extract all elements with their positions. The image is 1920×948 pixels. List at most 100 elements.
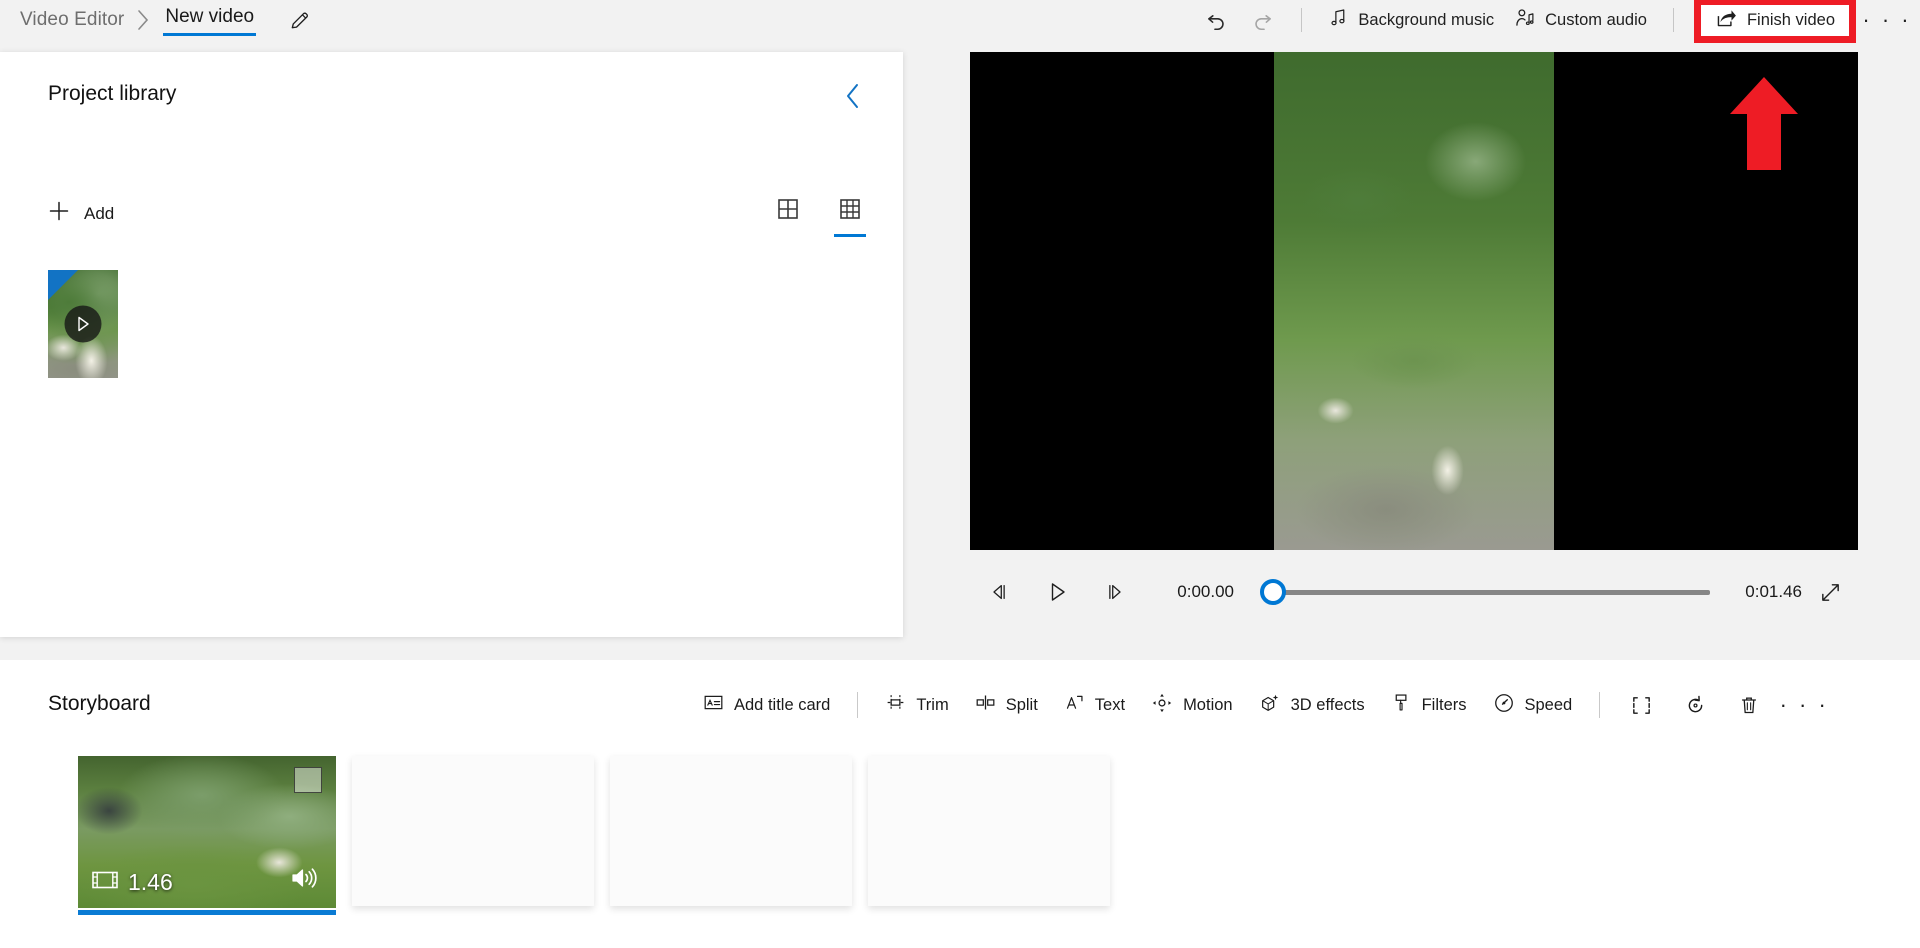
- custom-audio-label: Custom audio: [1545, 11, 1647, 30]
- split-icon: [975, 692, 996, 718]
- finish-video-highlight-box: Finish video: [1694, 0, 1856, 43]
- current-time-label: 0:00.00: [1160, 582, 1234, 602]
- volume-icon[interactable]: [290, 865, 320, 896]
- total-time-label: 0:01.46: [1728, 582, 1802, 602]
- title-card-icon: [703, 692, 724, 718]
- timeline-scrubber[interactable]: [1252, 572, 1710, 612]
- grid-small-icon: [839, 198, 861, 225]
- three-d-effects-label: 3D effects: [1291, 696, 1365, 715]
- video-preview-area: [970, 52, 1858, 550]
- delete-icon[interactable]: [1722, 686, 1776, 724]
- breadcrumb-video-editor[interactable]: Video Editor: [14, 7, 130, 33]
- top-bar-overflow-menu[interactable]: · · ·: [1862, 2, 1912, 38]
- background-music-button[interactable]: Background music: [1318, 2, 1504, 38]
- three-d-effects-button[interactable]: 3D effects: [1246, 686, 1378, 724]
- storyboard-title: Storyboard: [48, 692, 151, 716]
- motion-icon: [1151, 692, 1173, 719]
- custom-audio-button[interactable]: Custom audio: [1504, 2, 1657, 38]
- text-button[interactable]: Text: [1051, 686, 1138, 724]
- play-icon[interactable]: [65, 306, 102, 343]
- storyboard-placeholder[interactable]: [352, 756, 594, 906]
- finish-video-label: Finish video: [1747, 11, 1835, 30]
- library-view-toggles: [771, 198, 867, 237]
- breadcrumb-active-underline: [163, 33, 256, 36]
- filters-button[interactable]: Filters: [1378, 686, 1480, 724]
- storyboard-toolbar-divider: [857, 692, 858, 718]
- film-strip-icon: [92, 870, 118, 895]
- filters-label: Filters: [1422, 696, 1467, 715]
- library-item-selected-corner: [48, 270, 78, 300]
- collapse-library-chevron-left-icon[interactable]: [835, 78, 871, 114]
- scrubber-track[interactable]: [1274, 590, 1710, 595]
- undo-icon[interactable]: [1193, 2, 1239, 38]
- next-frame-icon[interactable]: [1086, 572, 1144, 612]
- aspect-ratio-icon[interactable]: [1614, 686, 1668, 724]
- trim-icon: [885, 692, 906, 718]
- three-d-effects-icon: [1259, 692, 1281, 719]
- storyboard-clip[interactable]: 1.46: [78, 756, 336, 908]
- expand-icon[interactable]: [1802, 572, 1858, 612]
- trim-label: Trim: [916, 696, 948, 715]
- breadcrumb-current-project[interactable]: New video: [161, 4, 258, 36]
- speed-icon: [1493, 692, 1515, 719]
- toolbar-divider-2: [1673, 8, 1674, 32]
- background-music-label: Background music: [1358, 11, 1494, 30]
- video-editor-window: Video Editor New video: [0, 0, 1920, 948]
- clip-duration-label: 1.46: [128, 869, 173, 896]
- storyboard-overflow-menu[interactable]: · · ·: [1776, 686, 1832, 724]
- music-note-icon: [1328, 7, 1349, 33]
- storyboard-placeholder[interactable]: [868, 756, 1110, 906]
- split-button[interactable]: Split: [962, 686, 1051, 724]
- add-title-card-label: Add title card: [734, 696, 830, 715]
- finish-video-button[interactable]: Finish video: [1705, 5, 1845, 36]
- storyboard-toolbar: Add title card Trim: [690, 684, 1832, 726]
- preview-frame-image: [1274, 52, 1554, 550]
- play-button[interactable]: [1028, 572, 1086, 612]
- clip-checkbox[interactable]: [294, 767, 322, 793]
- storyboard-toolbar-divider-2: [1599, 692, 1600, 718]
- speed-label: Speed: [1525, 696, 1573, 715]
- breadcrumb-separator-icon: [136, 9, 151, 31]
- grid-small-underline: [834, 234, 866, 237]
- breadcrumb: Video Editor New video: [0, 0, 316, 40]
- library-item-video-thumbnail[interactable]: [48, 270, 118, 378]
- add-media-button[interactable]: Add: [48, 200, 114, 227]
- text-icon: [1064, 692, 1085, 718]
- rotate-icon[interactable]: [1668, 686, 1722, 724]
- previous-frame-icon[interactable]: [970, 572, 1028, 612]
- person-audio-icon: [1514, 7, 1536, 34]
- player-controls: 0:00.00 0:01.46: [970, 570, 1858, 614]
- grid-large-underline: [772, 234, 804, 237]
- motion-label: Motion: [1183, 696, 1233, 715]
- clip-selected-underline: [78, 910, 336, 915]
- video-preview-canvas[interactable]: [970, 52, 1858, 550]
- speed-button[interactable]: Speed: [1480, 686, 1586, 724]
- share-export-icon: [1715, 6, 1738, 34]
- grid-large-icon: [777, 198, 799, 225]
- rename-project-pencil-icon[interactable]: [282, 3, 316, 37]
- grid-small-view-toggle[interactable]: [833, 198, 867, 237]
- storyboard-placeholder[interactable]: [610, 756, 852, 906]
- toolbar-divider: [1301, 8, 1302, 32]
- add-media-label: Add: [84, 204, 114, 224]
- storyboard-clip-strip: 1.46: [78, 756, 1110, 908]
- project-library-panel: Project library Add: [0, 52, 903, 637]
- split-label: Split: [1006, 696, 1038, 715]
- storyboard-panel: Storyboard Add title card: [0, 660, 1920, 948]
- trim-button[interactable]: Trim: [872, 686, 961, 724]
- grid-large-view-toggle[interactable]: [771, 198, 805, 237]
- top-app-bar: Video Editor New video: [0, 0, 1920, 40]
- scrubber-handle[interactable]: [1260, 579, 1286, 605]
- add-title-card-button[interactable]: Add title card: [690, 686, 843, 724]
- top-bar-actions: Background music Custom audio: [1193, 0, 1920, 40]
- text-label: Text: [1095, 696, 1125, 715]
- project-library-title: Project library: [48, 82, 176, 106]
- redo-icon[interactable]: [1239, 2, 1285, 38]
- motion-button[interactable]: Motion: [1138, 686, 1246, 724]
- breadcrumb-current-label: New video: [161, 4, 258, 36]
- library-media-grid: [48, 270, 118, 378]
- clip-duration-group: 1.46: [92, 869, 173, 896]
- plus-icon: [48, 200, 70, 227]
- filters-icon: [1391, 692, 1412, 718]
- up-arrow-annotation: [1726, 74, 1802, 179]
